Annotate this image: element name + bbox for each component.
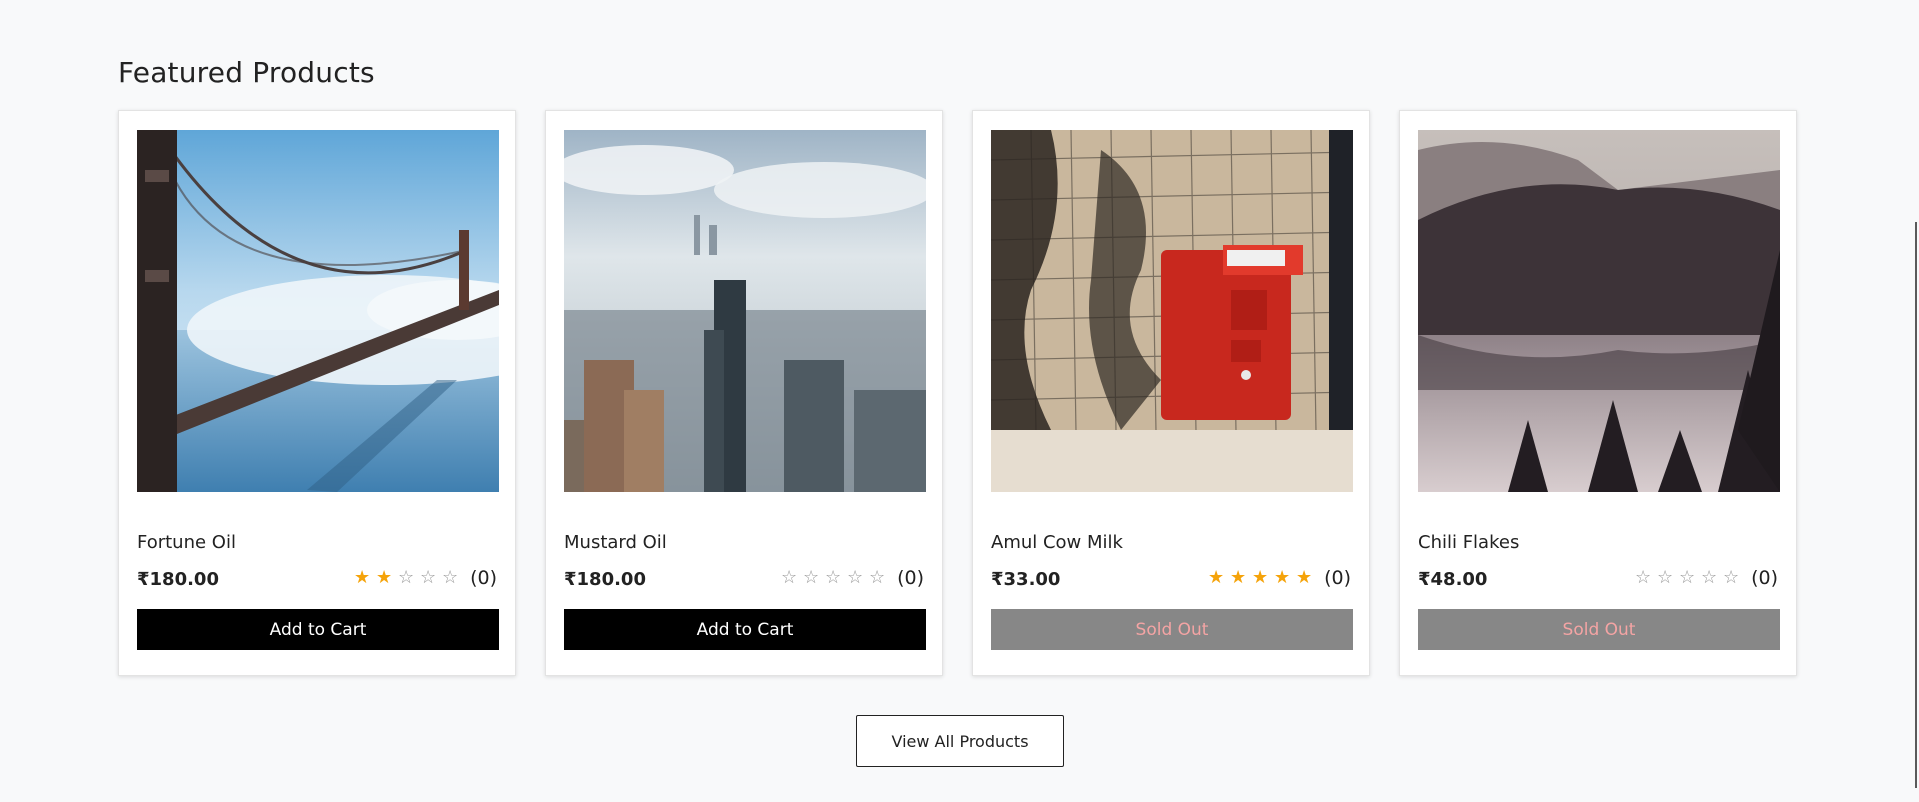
product-name[interactable]: Mustard Oil [564, 532, 667, 553]
product-name[interactable]: Chili Flakes [1418, 532, 1519, 553]
product-image-forest-lake[interactable] [1418, 130, 1780, 492]
star-icon: ☆ [1635, 567, 1652, 588]
product-card: Mustard Oil ₹180.00 ☆ ☆ ☆ ☆ ☆ (0) Add to… [545, 110, 943, 676]
product-rating: ☆ ☆ ☆ ☆ ☆ (0) [779, 567, 924, 589]
product-image-alarm-box[interactable] [991, 130, 1353, 492]
star-icon: ☆ [825, 567, 842, 588]
product-rating: ★ ★ ★ ★ ★ (0) [1206, 567, 1351, 589]
star-icon: ★ [1296, 567, 1313, 588]
product-price: ₹180.00 [137, 569, 219, 590]
section-title: Featured Products [118, 56, 375, 89]
add-to-cart-button[interactable]: Add to Cart [564, 609, 926, 650]
star-icon: ☆ [1679, 567, 1696, 588]
review-count: (0) [1324, 567, 1351, 589]
product-image-bridge[interactable] [137, 130, 499, 492]
view-all-products-button[interactable]: View All Products [856, 715, 1064, 767]
star-icon: ☆ [442, 567, 459, 588]
star-icon: ★ [1252, 567, 1269, 588]
star-icon: ★ [1274, 567, 1291, 588]
product-price: ₹48.00 [1418, 569, 1488, 590]
star-icon: ☆ [1701, 567, 1718, 588]
star-icon: ★ [1230, 567, 1247, 588]
star-icon: ★ [354, 567, 371, 588]
product-rating: ☆ ☆ ☆ ☆ ☆ (0) [1633, 567, 1778, 589]
star-icon: ☆ [803, 567, 820, 588]
star-icon: ☆ [869, 567, 886, 588]
product-image-city[interactable] [564, 130, 926, 492]
star-icon: ☆ [1723, 567, 1740, 588]
product-grid: Fortune Oil ₹180.00 ★ ★ ☆ ☆ ☆ (0) Add to… [118, 110, 1797, 676]
star-icon: ☆ [847, 567, 864, 588]
sold-out-button[interactable]: Sold Out [991, 609, 1353, 650]
star-icon: ☆ [781, 567, 798, 588]
add-to-cart-button[interactable]: Add to Cart [137, 609, 499, 650]
product-name[interactable]: Fortune Oil [137, 532, 236, 553]
star-icon: ☆ [420, 567, 437, 588]
product-card: Chili Flakes ₹48.00 ☆ ☆ ☆ ☆ ☆ (0) Sold O… [1399, 110, 1797, 676]
star-icon: ☆ [398, 567, 415, 588]
review-count: (0) [897, 567, 924, 589]
sold-out-button[interactable]: Sold Out [1418, 609, 1780, 650]
product-name[interactable]: Amul Cow Milk [991, 532, 1123, 553]
product-price: ₹180.00 [564, 569, 646, 590]
star-icon: ★ [1208, 567, 1225, 588]
scrollbar[interactable] [1915, 222, 1917, 788]
product-card: Amul Cow Milk ₹33.00 ★ ★ ★ ★ ★ (0) Sold … [972, 110, 1370, 676]
product-rating: ★ ★ ☆ ☆ ☆ (0) [352, 567, 497, 589]
star-icon: ☆ [1657, 567, 1674, 588]
product-card: Fortune Oil ₹180.00 ★ ★ ☆ ☆ ☆ (0) Add to… [118, 110, 516, 676]
product-price: ₹33.00 [991, 569, 1061, 590]
review-count: (0) [1751, 567, 1778, 589]
star-icon: ★ [376, 567, 393, 588]
review-count: (0) [470, 567, 497, 589]
